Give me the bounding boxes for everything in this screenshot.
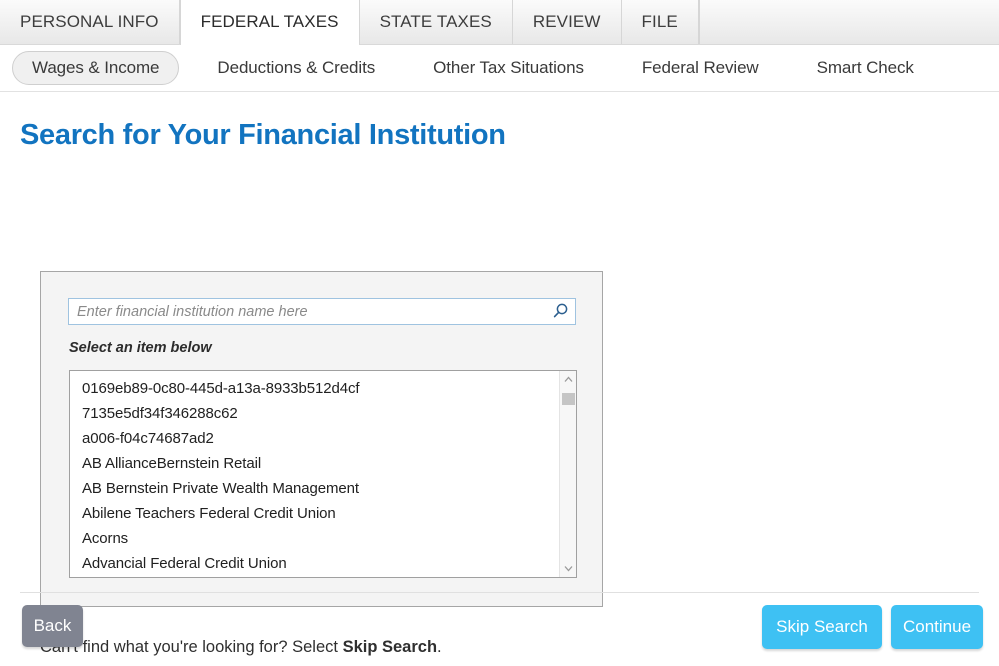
list-scrollbar[interactable] — [559, 371, 576, 577]
back-button[interactable]: Back — [22, 605, 83, 647]
footer-divider — [20, 592, 979, 593]
institution-list: 0169eb89-0c80-445d-a13a-8933b512d4cf 713… — [70, 371, 559, 577]
tab-federal-taxes[interactable]: FEDERAL TAXES — [179, 0, 360, 45]
scrollbar-thumb[interactable] — [562, 393, 575, 405]
subtab-deductions-and-credits[interactable]: Deductions & Credits — [197, 51, 395, 85]
main-tab-bar: PERSONAL INFO FEDERAL TAXES STATE TAXES … — [0, 0, 999, 45]
continue-button[interactable]: Continue — [891, 605, 983, 649]
select-item-label: Select an item below — [69, 340, 212, 356]
hint-suffix: . — [437, 638, 442, 656]
subtab-wages-and-income[interactable]: Wages & Income — [12, 51, 180, 85]
institution-listbox[interactable]: 0169eb89-0c80-445d-a13a-8933b512d4cf 713… — [69, 370, 577, 578]
sub-nav-bar: Wages & Income Deductions & Credits Othe… — [0, 45, 999, 92]
tab-label: FEDERAL TAXES — [200, 12, 339, 31]
subtab-label: Deductions & Credits — [217, 58, 376, 77]
subtab-label: Federal Review — [641, 58, 759, 77]
tab-label: FILE — [641, 12, 678, 31]
tab-file[interactable]: FILE — [621, 0, 699, 44]
subtab-label: Wages & Income — [32, 58, 160, 77]
tab-state-taxes[interactable]: STATE TAXES — [359, 0, 513, 44]
content-area: Search for Your Financial Institution Se… — [0, 92, 999, 656]
list-item[interactable]: 7135e5df34f346288c62 — [70, 401, 559, 426]
hint-emphasis: Skip Search — [342, 638, 438, 656]
subtab-smart-check[interactable]: Smart Check — [797, 51, 934, 85]
tab-bar-filler — [698, 0, 999, 44]
subtab-federal-review[interactable]: Federal Review — [622, 51, 779, 85]
tab-personal-info[interactable]: PERSONAL INFO — [0, 0, 180, 44]
hint-prefix: Can't find what you're looking for? Sele… — [40, 638, 343, 656]
tab-label: STATE TAXES — [379, 12, 492, 31]
list-item[interactable]: Advancial Federal Credit Union — [70, 551, 559, 576]
page-title: Search for Your Financial Institution — [20, 119, 506, 151]
subtab-label: Other Tax Situations — [433, 58, 584, 77]
list-item[interactable]: Abilene Teachers Federal Credit Union — [70, 501, 559, 526]
search-field-wrapper — [68, 298, 576, 325]
skip-search-hint: Can't find what you're looking for? Sele… — [40, 638, 442, 657]
tab-label: REVIEW — [532, 12, 601, 31]
search-input[interactable] — [68, 298, 576, 325]
app-root: PERSONAL INFO FEDERAL TAXES STATE TAXES … — [0, 0, 999, 666]
tab-label: PERSONAL INFO — [20, 12, 159, 31]
skip-search-button[interactable]: Skip Search — [762, 605, 882, 649]
list-item[interactable]: 0169eb89-0c80-445d-a13a-8933b512d4cf — [70, 376, 559, 401]
subtab-label: Smart Check — [816, 58, 914, 77]
tab-review[interactable]: REVIEW — [512, 0, 622, 44]
list-item[interactable]: AB Bernstein Private Wealth Management — [70, 476, 559, 501]
chevron-up-icon[interactable] — [560, 371, 576, 388]
chevron-down-icon[interactable] — [560, 560, 576, 577]
subtab-other-tax-situations[interactable]: Other Tax Situations — [413, 51, 604, 85]
institution-search-panel: Select an item below 0169eb89-0c80-445d-… — [40, 271, 603, 607]
list-item[interactable]: AB AllianceBernstein Retail — [70, 451, 559, 476]
list-item[interactable]: a006-f04c74687ad2 — [70, 426, 559, 451]
list-item[interactable]: Acorns — [70, 526, 559, 551]
